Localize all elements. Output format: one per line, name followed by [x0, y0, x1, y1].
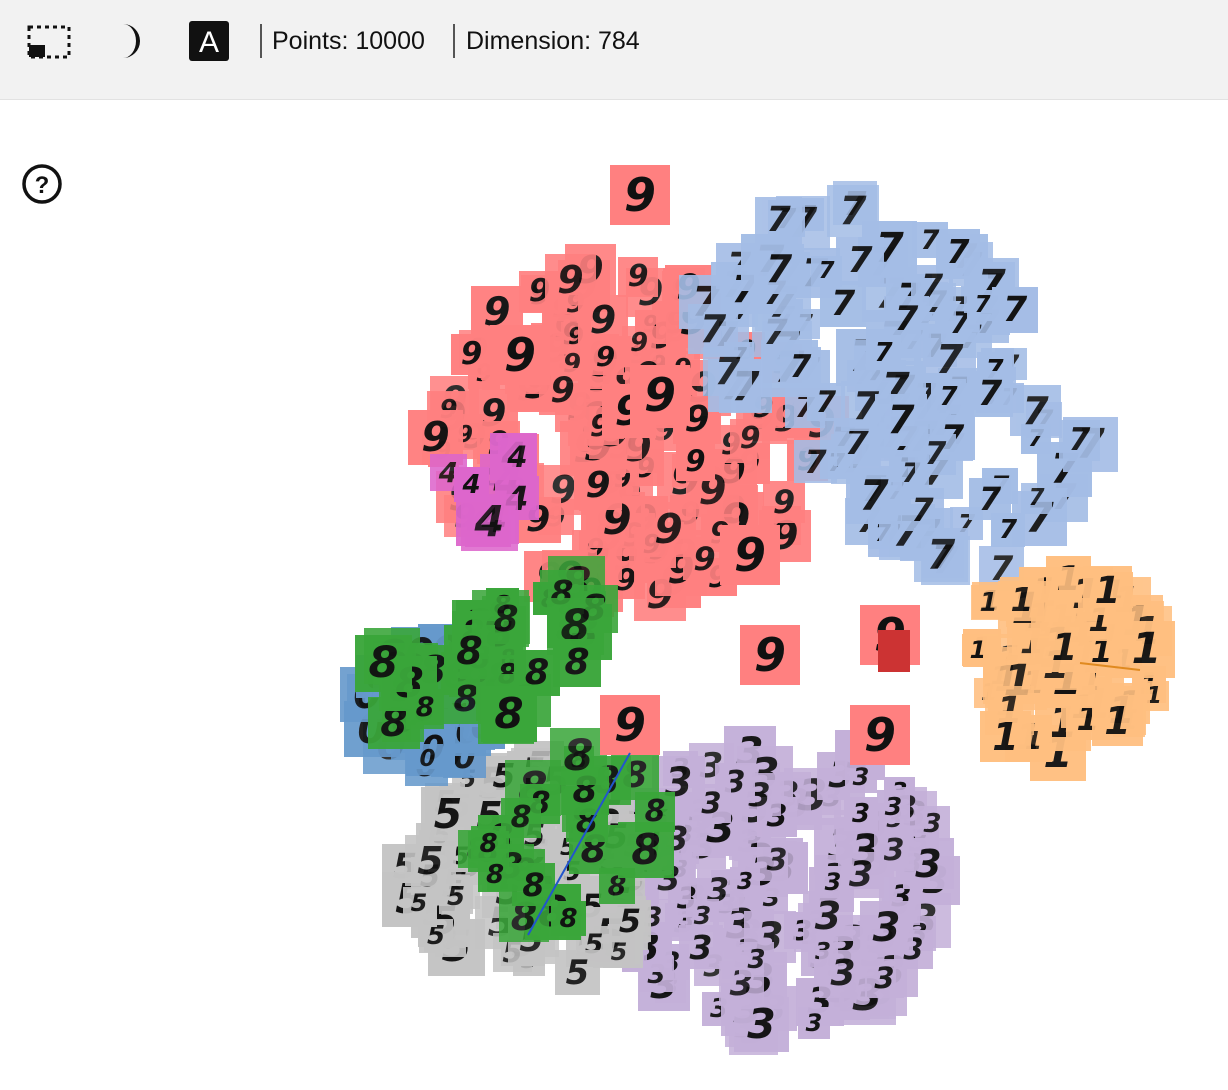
digit-thumbnail[interactable]: 7: [912, 222, 948, 258]
selection-rectangle-icon[interactable]: [26, 18, 72, 64]
embedding-canvas[interactable]: 9999999999999999999999999999999999999999…: [300, 105, 1200, 1090]
digit-thumbnail[interactable]: 7: [991, 513, 1025, 547]
digit-thumbnail[interactable]: 7: [703, 347, 752, 396]
digit-thumbnail[interactable]: 7: [992, 287, 1038, 333]
digit-thumbnail[interactable]: 9: [730, 419, 770, 459]
digit-thumbnail[interactable]: 9: [622, 326, 656, 360]
digit-thumbnail[interactable]: 9: [618, 257, 658, 297]
digit-thumbnail[interactable]: 8: [501, 798, 541, 838]
digit-thumbnail[interactable]: 3: [845, 761, 877, 793]
digit-thumbnail[interactable]: 7: [780, 347, 821, 388]
help-glyph: ?: [35, 172, 50, 199]
digit-thumbnail-highlight[interactable]: [878, 630, 910, 672]
digit-thumbnail[interactable]: 7: [846, 468, 902, 524]
digit-thumbnail[interactable]: 1: [1083, 566, 1132, 615]
digit-thumbnail[interactable]: 7: [1010, 385, 1061, 436]
digit-thumbnail[interactable]: 3: [817, 866, 849, 898]
toolbar-separator: [453, 24, 455, 58]
toolbar-separator: [260, 24, 262, 58]
digit-thumbnail[interactable]: 3: [692, 784, 731, 823]
points-count: Points: 10000: [272, 27, 425, 55]
digit-thumbnail[interactable]: 5: [439, 880, 473, 914]
digit-thumbnail[interactable]: 3: [865, 959, 904, 998]
digit-thumbnail[interactable]: 7: [820, 281, 866, 327]
digit-thumbnail[interactable]: 5: [609, 900, 651, 942]
moon-icon[interactable]: [106, 18, 152, 64]
digit-thumbnail[interactable]: 8: [551, 901, 586, 936]
digit-thumbnail[interactable]: 3: [686, 899, 719, 932]
digit-thumbnail[interactable]: 7: [967, 371, 1013, 417]
digit-thumbnail[interactable]: 4: [498, 438, 537, 477]
digit-thumbnail[interactable]: 7: [931, 379, 966, 414]
label-text-icon[interactable]: A: [186, 18, 232, 64]
digit-thumbnail[interactable]: 9: [740, 625, 800, 685]
digit-thumbnail[interactable]: 9: [610, 165, 670, 225]
digit-thumbnail[interactable]: 5: [403, 887, 435, 919]
digit-thumbnail[interactable]: 3: [803, 891, 853, 941]
digit-thumbnail[interactable]: 7: [1021, 483, 1052, 514]
digit-thumbnail[interactable]: 8: [407, 689, 443, 725]
digit-thumbnail[interactable]: 9: [763, 481, 805, 523]
digit-thumbnail[interactable]: 8: [471, 826, 506, 861]
digit-thumbnail[interactable]: 7: [914, 528, 968, 582]
toolbar: A Points: 10000 Dimension: 784: [0, 0, 1228, 100]
digit-thumbnail[interactable]: 7: [794, 440, 837, 483]
digit-thumbnail[interactable]: 3: [819, 950, 867, 998]
digit-thumbnail[interactable]: 8: [512, 863, 555, 906]
digit-thumbnail[interactable]: 3: [730, 867, 760, 897]
digit-thumbnail[interactable]: 8: [444, 625, 495, 676]
digit-thumbnail[interactable]: 3: [798, 1007, 830, 1039]
digit-thumbnail[interactable]: 7: [1059, 420, 1100, 461]
digit-thumbnail[interactable]: 3: [739, 942, 774, 977]
digit-thumbnail[interactable]: 9: [490, 325, 550, 385]
digit-thumbnail[interactable]: 3: [860, 901, 913, 954]
digit-thumbnail[interactable]: 8: [618, 822, 674, 878]
digit-thumbnail[interactable]: 9: [630, 365, 690, 425]
digit-thumbnail[interactable]: 9: [600, 695, 660, 755]
digit-thumbnail[interactable]: 3: [903, 838, 954, 889]
digit-thumbnail[interactable]: 7: [901, 488, 944, 531]
digit-thumbnail[interactable]: 9: [545, 254, 596, 305]
question-circle-icon[interactable]: ?: [20, 162, 64, 206]
digit-thumbnail[interactable]: 5: [405, 835, 456, 886]
digit-thumbnail[interactable]: 1: [1118, 621, 1175, 678]
digit-thumbnail[interactable]: 7: [967, 290, 998, 321]
digit-thumbnail[interactable]: 1: [1092, 695, 1143, 746]
digit-thumbnail[interactable]: 7: [827, 185, 879, 237]
digit-thumbnail[interactable]: 9: [676, 442, 715, 481]
digit-thumbnail[interactable]: 9: [720, 525, 780, 585]
digit-thumbnail[interactable]: 1: [1000, 577, 1044, 621]
digit-thumbnail[interactable]: 8: [553, 639, 601, 687]
digit-thumbnail[interactable]: 9: [850, 705, 910, 765]
digit-thumbnail[interactable]: 3: [757, 841, 797, 881]
digit-thumbnail[interactable]: 1: [980, 711, 1031, 762]
digit-thumbnail[interactable]: 7: [754, 244, 804, 294]
label-toggle-glyph: A: [199, 26, 219, 59]
digit-thumbnail[interactable]: 9: [451, 334, 492, 375]
digit-thumbnail[interactable]: 8: [550, 728, 607, 785]
digit-thumbnail[interactable]: 7: [915, 434, 956, 475]
digit-thumbnail[interactable]: 4: [461, 494, 518, 551]
dimension-count: Dimension: 784: [466, 27, 640, 55]
digit-thumbnail[interactable]: 8: [355, 635, 412, 692]
digit-thumbnail[interactable]: 9: [574, 462, 622, 510]
digit-thumbnail[interactable]: 7: [836, 237, 884, 285]
digit-thumbnail[interactable]: 3: [877, 790, 910, 823]
digit-thumbnail[interactable]: 8: [478, 858, 512, 892]
digit-thumbnail[interactable]: 5: [555, 950, 600, 995]
digit-thumbnail[interactable]: 9: [587, 338, 624, 375]
